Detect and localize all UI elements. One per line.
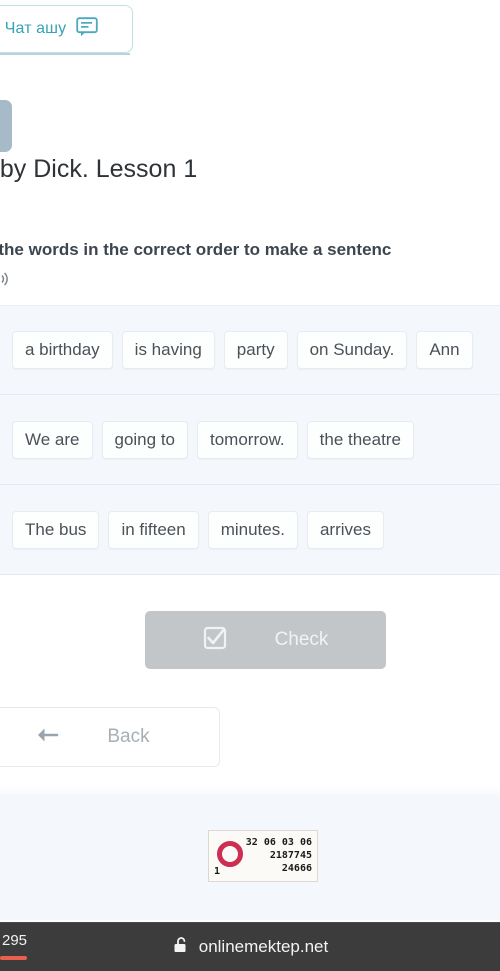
word-chip[interactable]: minutes. [207,510,298,549]
word-chip[interactable]: going to [101,420,188,459]
word-chip[interactable]: is having [121,331,215,369]
word-chip[interactable]: in fifteen [108,510,199,549]
word-chip[interactable]: on Sunday. [296,331,408,369]
check-button[interactable]: Check [145,611,386,669]
page-title: oby Dick. Lesson 1 [0,155,198,183]
visitor-counter-image: 1 32 06 03 06 2187745 24666 [208,830,318,882]
checkbox-checked-icon [203,626,227,655]
sentence-row: We are going to tomorrow. the theatre [0,395,500,485]
counter-number-line: 2187745 [269,850,312,861]
counter-index: 1 [214,866,221,877]
sentence-row: a birthday is having party on Sunday. An… [0,305,500,395]
check-button-label: Check [274,629,329,650]
open-chat-button[interactable]: Чат ашу [0,5,133,53]
url-bar[interactable]: onlinemektep.net [0,923,500,971]
word-chip[interactable]: arrives [306,510,384,549]
counter-number-line: 24666 [281,863,312,874]
counter-number-line: 32 06 03 06 [245,837,312,848]
word-chip[interactable]: a birthday [12,331,113,369]
word-chip[interactable]: We are [12,420,93,459]
red-circle-marker [217,841,243,867]
speaker-icon[interactable] [0,268,12,290]
word-chip[interactable]: the theatre [306,420,414,459]
sentence-rows: a birthday is having party on Sunday. An… [0,305,500,575]
back-button[interactable]: Back [0,707,220,767]
word-chip[interactable]: The bus [12,510,100,549]
word-chip[interactable]: Ann [416,331,473,369]
browser-bottom-bar: 295 onlinemektep.net [0,922,500,971]
counter-numbers: 32 06 03 06 2187745 24666 [246,836,312,875]
word-chip[interactable]: tomorrow. [197,420,298,459]
word-chip[interactable]: party [223,331,288,369]
arrow-left-icon [35,725,59,750]
back-button-label: Back [107,726,150,747]
url-text: onlinemektep.net [198,937,329,956]
nav-back-square[interactable] [0,100,12,152]
task-instruction: t the words in the correct order to make… [0,240,392,259]
chat-bubble-icon [76,16,98,42]
header-divider [0,53,130,55]
sentence-row: The bus in fifteen minutes. arrives [0,485,500,575]
unlocked-padlock-icon [172,936,190,959]
open-chat-label: Чат ашу [4,20,67,37]
